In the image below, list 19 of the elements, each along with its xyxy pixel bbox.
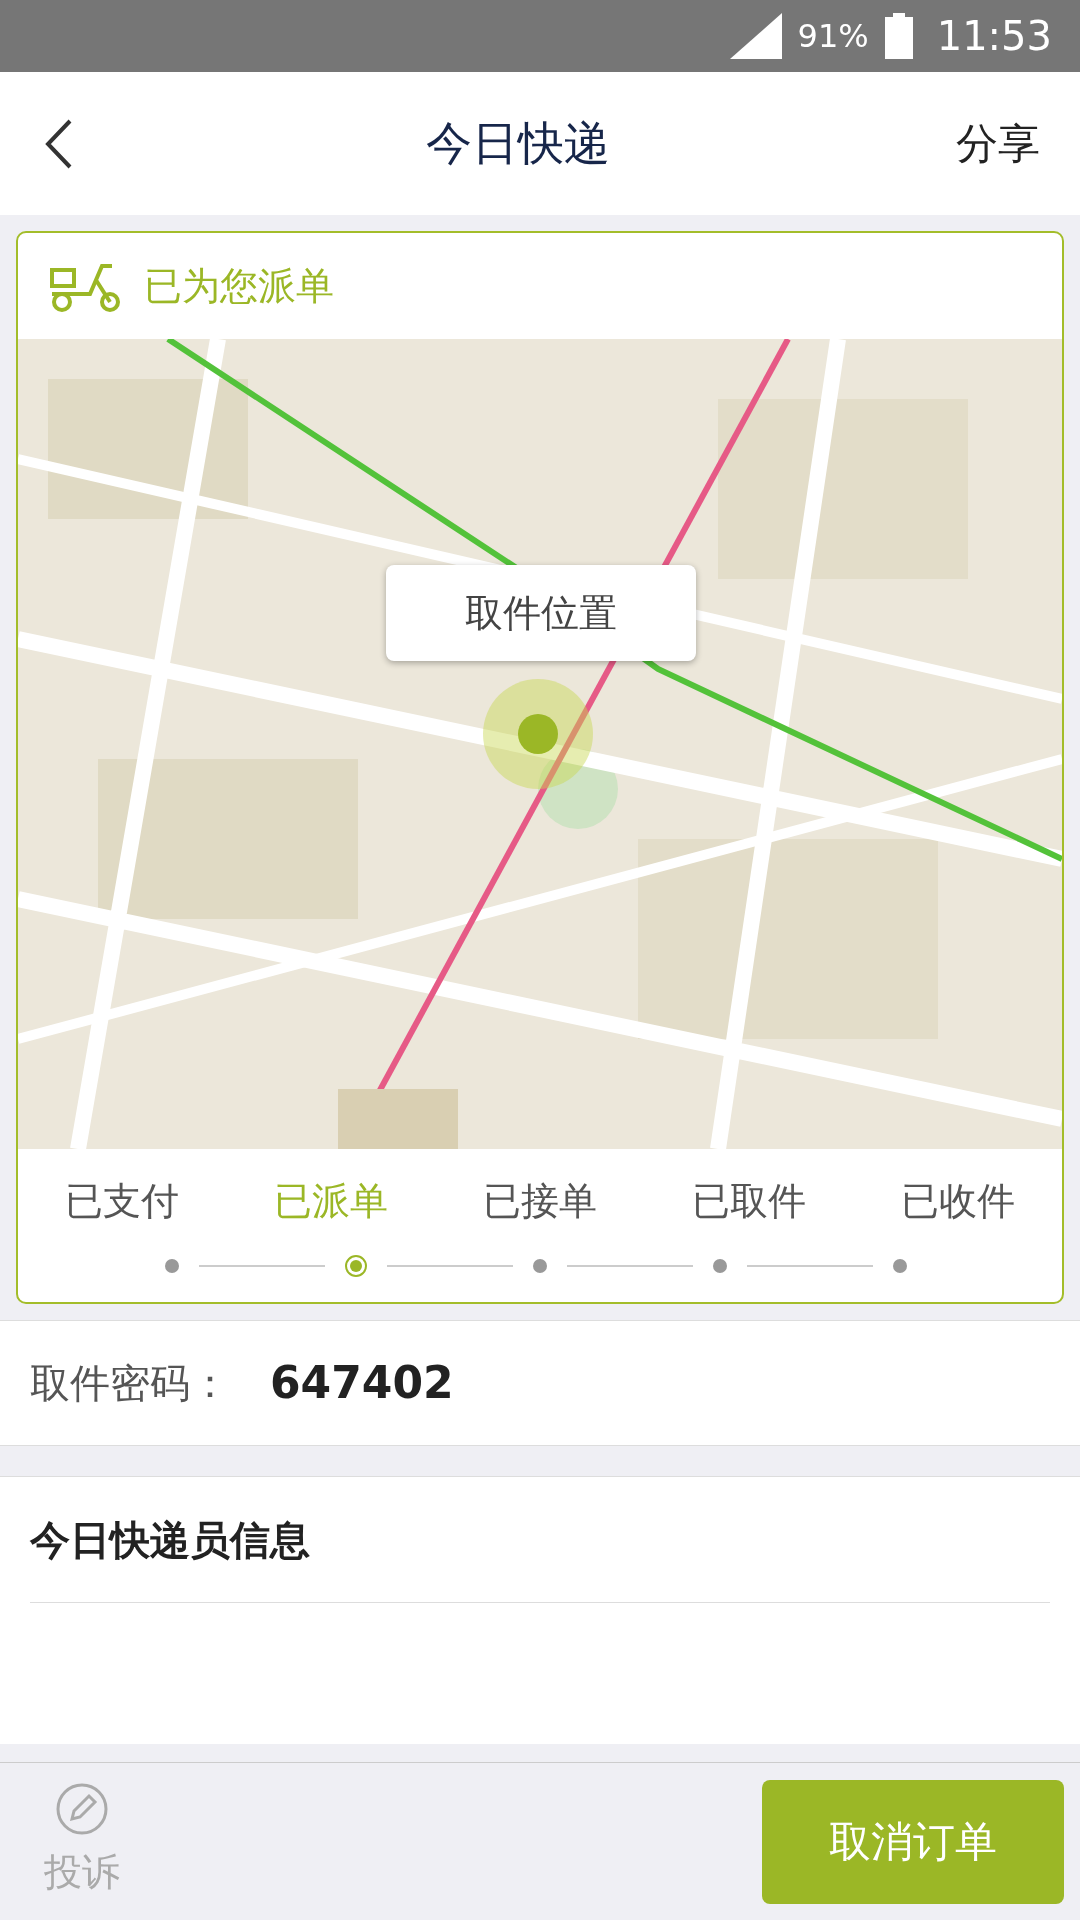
step-label: 已接单 bbox=[483, 1178, 597, 1225]
step-label: 已收件 bbox=[900, 1178, 1015, 1225]
pickup-code-label: 取件密码： bbox=[30, 1359, 230, 1408]
cancel-order-button[interactable]: 取消订单 bbox=[762, 1779, 1064, 1904]
step-label: 已支付 bbox=[65, 1178, 180, 1225]
pickup-location-callout: 取件位置 bbox=[386, 565, 696, 661]
battery-icon bbox=[884, 13, 913, 59]
courier-info-title: 今日快递员信息 bbox=[30, 1477, 1050, 1603]
signal-icon bbox=[729, 13, 782, 59]
location-marker-icon bbox=[483, 679, 593, 789]
step-label: 已派单 bbox=[274, 1178, 389, 1225]
battery-percent: 91% bbox=[797, 16, 869, 57]
clock-time: 11:53 bbox=[936, 12, 1052, 61]
status-title: 已为您派单 bbox=[144, 262, 334, 310]
share-link[interactable]: 分享 bbox=[956, 112, 1040, 175]
pickup-code: 647402 bbox=[270, 1356, 454, 1410]
page-title: 今日快递 bbox=[426, 115, 610, 172]
complaint-button[interactable]: 投诉 bbox=[44, 1844, 120, 1901]
step-label: 已取件 bbox=[691, 1178, 806, 1225]
